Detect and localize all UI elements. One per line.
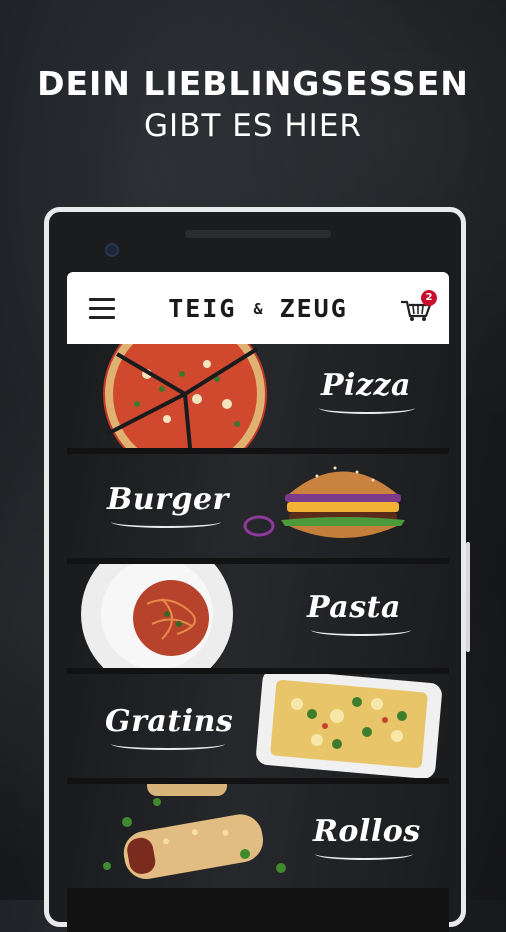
phone-side-button <box>466 542 470 652</box>
headline-line-1: DEIN LIEBLINGSESSEN <box>37 64 469 103</box>
headline-line-2: GIBT ES HIER <box>144 108 362 144</box>
phone-frame: TEIG & ZEUG 2 Pizza Burger Pasta Gratins… <box>44 207 470 932</box>
pizza-swash <box>319 402 415 414</box>
app-bar: TEIG & ZEUG 2 <box>67 272 449 344</box>
gratins-image <box>256 674 442 778</box>
brand-logo: TEIG & ZEUG <box>67 294 449 323</box>
pasta-swash <box>311 624 411 636</box>
rollos-swash <box>315 848 413 860</box>
category-label-pizza: Pizza <box>321 368 411 403</box>
brand-word-2: ZEUG <box>279 294 348 323</box>
category-tile-gratins[interactable]: Gratins <box>67 674 449 778</box>
promo-headline: DEIN LIEBLINGSESSEN GIBT ES HIER <box>0 62 506 146</box>
category-label-pasta: Pasta <box>307 590 401 625</box>
category-label-rollos: Rollos <box>313 814 421 849</box>
phone-camera <box>105 243 119 257</box>
phone-speaker <box>185 230 331 238</box>
category-tile-rollos[interactable]: Rollos <box>67 784 449 888</box>
brand-word-1: TEIG <box>168 294 237 323</box>
app-screen: TEIG & ZEUG 2 Pizza Burger Pasta Gratins… <box>67 272 449 932</box>
burger-image <box>243 466 405 538</box>
category-tile-pizza[interactable]: Pizza <box>67 344 449 448</box>
category-tile-burger[interactable]: Burger <box>67 454 449 558</box>
brand-ampersand: & <box>253 300 263 318</box>
cart-count-badge: 2 <box>421 290 437 306</box>
category-tile-pasta[interactable]: Pasta <box>67 564 449 668</box>
